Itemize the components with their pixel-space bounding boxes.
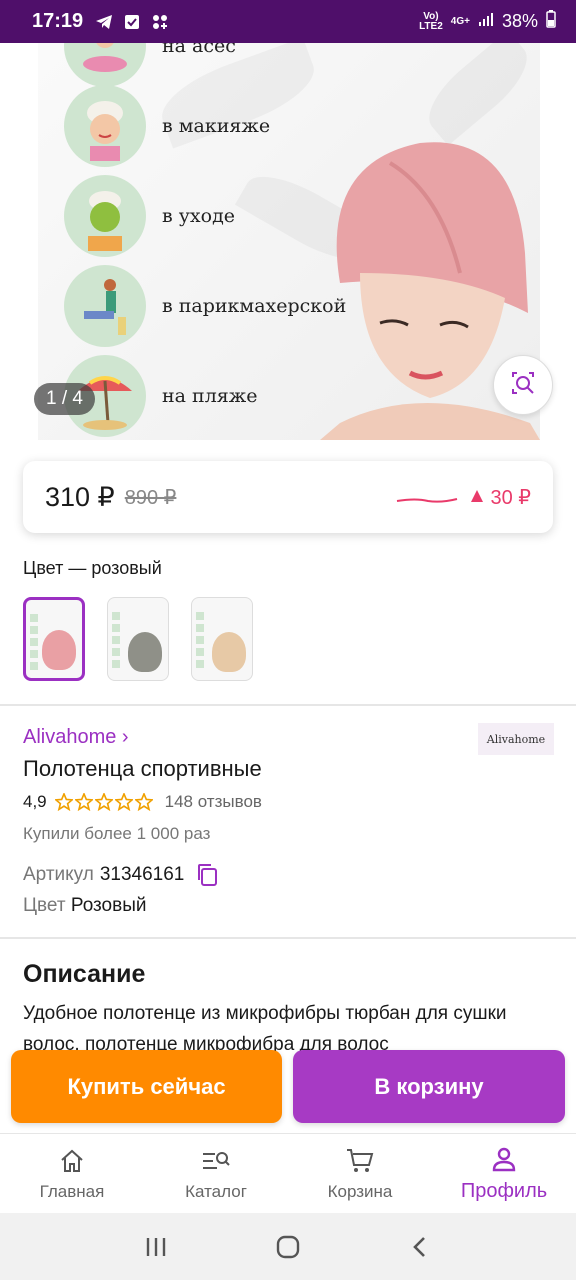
divider — [0, 937, 576, 939]
price-change-value: 30 ₽ — [490, 486, 531, 509]
tasks-icon — [123, 13, 141, 31]
nav-profile[interactable]: Профиль — [432, 1134, 576, 1213]
nav-label: Главная — [39, 1181, 105, 1201]
gallery-counter: 1 / 4 — [34, 383, 95, 415]
brand-link[interactable]: Alivahome › — [23, 726, 129, 749]
sku-value: 31346161 — [99, 864, 185, 885]
home-button-icon[interactable] — [268, 1227, 308, 1267]
nav-catalog[interactable]: Каталог — [144, 1134, 288, 1213]
copy-icon[interactable] — [196, 863, 218, 887]
rating-row[interactable]: 4,9 148 отзывов — [23, 792, 262, 812]
current-price: 310 ₽ — [45, 481, 115, 512]
sku-row: Артикул 31346161 — [23, 863, 218, 887]
nav-label: Корзина — [327, 1181, 393, 1201]
sku-label: Артикул — [23, 864, 94, 885]
purchase-count: Купили более 1 000 раз — [23, 824, 211, 843]
star-icon — [54, 793, 73, 811]
color-swatch-pink[interactable] — [23, 597, 85, 681]
makeup-illustration — [64, 85, 146, 167]
network-indicator: Vo) LTE2 — [419, 11, 443, 32]
battery-level: 38% — [501, 11, 538, 31]
nav-cart[interactable]: Корзина — [288, 1134, 432, 1213]
feature-label: в макияже — [162, 115, 271, 137]
product-title: Полотенца спортивные — [23, 756, 262, 781]
description-title: Описание — [23, 960, 146, 988]
feature-label: в уходе — [162, 205, 236, 227]
feature-label: на пляже — [162, 385, 258, 407]
price-card[interactable]: 310 ₽ 890 ₽ 30 ₽ — [23, 461, 553, 533]
image-search-icon — [509, 369, 537, 402]
color-row: Цвет Розовый — [23, 895, 146, 917]
color-swatches — [23, 597, 253, 681]
bottom-navigation: Главная Каталог Корзина Профиль — [0, 1133, 576, 1213]
old-price: 890 ₽ — [124, 486, 177, 509]
star-icon — [134, 793, 153, 811]
brand-logo[interactable]: Alivahome — [478, 723, 554, 755]
feature-item: на асес — [64, 43, 236, 87]
reviews-link[interactable]: 148 отзывов — [165, 792, 262, 812]
feature-item: в уходе — [64, 175, 235, 257]
system-navigation — [0, 1213, 576, 1280]
home-icon — [57, 1146, 87, 1176]
star-icon — [74, 793, 93, 811]
apps-icon — [151, 13, 169, 31]
telegram-icon — [95, 13, 113, 31]
signal-icon — [478, 11, 494, 32]
price-history-sparkline — [396, 492, 458, 503]
color-value: Розовый — [70, 895, 147, 916]
face-mask-illustration — [64, 175, 146, 257]
buy-now-button[interactable]: Купить сейчас — [11, 1050, 282, 1123]
cart-icon — [345, 1146, 375, 1176]
lte-label: LTE2 — [419, 20, 443, 32]
nav-home[interactable]: Главная — [0, 1134, 144, 1213]
nav-label: Профиль — [460, 1180, 548, 1202]
color-label: Цвет — [23, 895, 66, 916]
back-icon[interactable] — [400, 1227, 440, 1267]
add-to-cart-button[interactable]: В корзину — [293, 1050, 565, 1123]
salon-illustration — [64, 265, 146, 347]
star-icon — [94, 793, 113, 811]
color-swatch-beige[interactable] — [191, 597, 253, 681]
rating-value: 4,9 — [23, 792, 47, 811]
price-change: 30 ₽ — [470, 485, 531, 510]
status-time: 17:19 — [32, 10, 84, 32]
rating-stars — [54, 793, 153, 811]
image-search-button[interactable] — [493, 355, 553, 415]
recent-apps-icon[interactable] — [136, 1227, 176, 1267]
status-bar: 17:19 Vo) LTE2 4G+ 38% — [0, 0, 576, 43]
color-swatch-grey[interactable] — [107, 597, 169, 681]
yoga-illustration — [64, 43, 146, 87]
profile-icon — [489, 1144, 519, 1174]
product-gallery[interactable]: на асес в макияже в уходе в парикмахерск… — [0, 43, 576, 440]
feature-label: на асес — [162, 43, 236, 57]
battery-icon — [546, 10, 556, 33]
nav-label: Каталог — [185, 1181, 247, 1201]
arrow-up-icon — [470, 486, 484, 509]
divider — [0, 704, 576, 706]
feature-item: в макияже — [64, 85, 270, 167]
catalog-search-icon — [201, 1146, 231, 1176]
star-icon — [114, 793, 133, 811]
network-type: 4G+ — [450, 15, 470, 27]
color-title: Цвет — розовый — [23, 558, 162, 578]
